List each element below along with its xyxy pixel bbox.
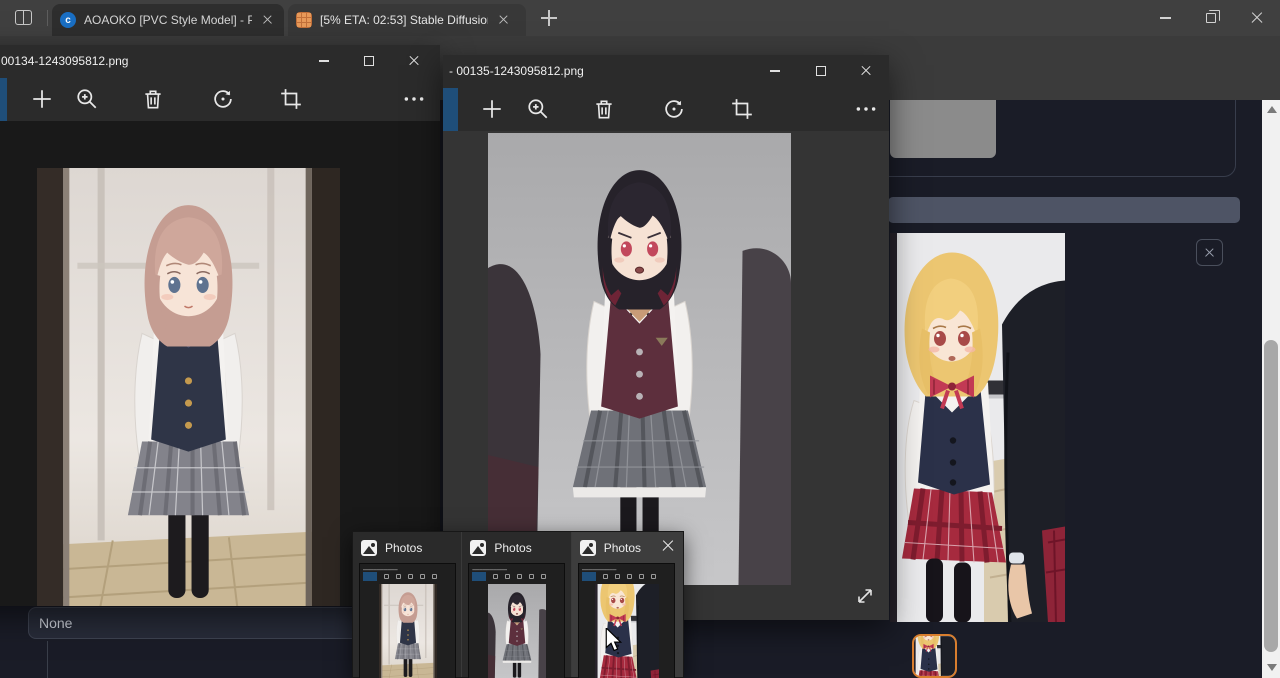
photos-app-icon (470, 540, 486, 556)
tab-close-icon[interactable] (496, 12, 512, 28)
minimize-icon (1160, 17, 1171, 19)
photos-minimize-button[interactable] (302, 45, 346, 77)
photos-close-button[interactable] (844, 55, 888, 87)
scrollbar-up-arrow-icon[interactable] (1267, 106, 1277, 113)
photos-toolbar (0, 77, 440, 121)
photo-00134[interactable] (37, 168, 340, 606)
close-icon (1202, 245, 1218, 261)
preview-close-icon[interactable] (661, 539, 675, 553)
divider (47, 10, 48, 26)
photos-app-icon (580, 540, 596, 556)
preview-label: Photos (385, 541, 422, 555)
delete-icon[interactable] (141, 87, 165, 111)
mini-toolbar (362, 572, 453, 581)
mini-window-title: ▁▁▁▁▁▁▁▁▁▁ (363, 565, 453, 571)
add-icon[interactable] (30, 87, 54, 111)
close-icon (860, 65, 872, 77)
stable-diffusion-favicon-icon (296, 12, 312, 28)
add-icon[interactable] (480, 97, 504, 121)
sd-panel-border (884, 100, 1236, 177)
mini-toolbar (471, 572, 562, 581)
sd-image-close-button[interactable] (1196, 239, 1223, 266)
scrollbar-down-arrow-icon[interactable] (1267, 664, 1277, 671)
minimize-icon (319, 60, 329, 61)
browser-minimize-button[interactable] (1142, 0, 1188, 36)
tab-close-icon[interactable] (260, 12, 276, 28)
photos-toolbar (443, 87, 889, 131)
see-more-icon[interactable] (854, 97, 878, 121)
photos-title-bar[interactable]: - 00135-1243095812.png (443, 55, 889, 87)
minimize-icon (770, 70, 780, 71)
photos-maximize-button[interactable] (347, 45, 391, 77)
taskbar-preview-photos-3[interactable]: Photos ▁▁▁▁▁▁▁▁▁▁ (572, 532, 683, 677)
photo-00135[interactable] (488, 133, 791, 585)
browser-tab-bar: c AOAOKO [PVC Style Model] - PV [5% ETA:… (0, 0, 1280, 36)
photos-window-1: 00134-1243095812.png (0, 45, 440, 606)
mini-photo (379, 584, 437, 678)
close-icon (408, 55, 420, 67)
mini-window-title: ▁▁▁▁▁▁▁▁▁▁ (582, 565, 672, 571)
see-all-photos-accent[interactable] (443, 88, 458, 132)
photos-title-bar[interactable]: 00134-1243095812.png (0, 45, 440, 77)
mini-photo (488, 584, 546, 678)
fullscreen-expand-icon[interactable] (855, 586, 875, 606)
rotate-icon[interactable] (662, 97, 686, 121)
zoom-icon[interactable] (75, 87, 99, 111)
sd-generated-image[interactable] (890, 233, 1065, 622)
preview-mini-window: ▁▁▁▁▁▁▁▁▁▁ (359, 563, 456, 678)
maximize-icon (364, 56, 374, 66)
crop-icon[interactable] (279, 87, 303, 111)
preview-mini-window: ▁▁▁▁▁▁▁▁▁▁ (468, 563, 565, 678)
maximize-icon (816, 66, 826, 76)
civitai-favicon-icon: c (60, 12, 76, 28)
photos-minimize-button[interactable] (753, 55, 797, 87)
preview-label: Photos (604, 541, 641, 555)
tab-title: [5% ETA: 02:53] Stable Diffusion (320, 13, 488, 27)
sd-panel-divider (47, 641, 48, 678)
tab-civitai[interactable]: c AOAOKO [PVC Style Model] - PV (52, 4, 284, 36)
crop-icon[interactable] (730, 97, 754, 121)
photos-window-title: 00134-1243095812.png (1, 54, 128, 68)
rotate-icon[interactable] (211, 87, 235, 111)
preview-label: Photos (494, 541, 531, 555)
photos-app-icon (361, 540, 377, 556)
scrollbar-thumb[interactable] (1264, 340, 1278, 652)
tab-stable-diffusion[interactable]: [5% ETA: 02:53] Stable Diffusion (288, 4, 526, 36)
restore-icon (1206, 13, 1216, 23)
browser-close-button[interactable] (1234, 0, 1280, 36)
browser-restore-button[interactable] (1188, 0, 1234, 36)
sd-progress-bar (888, 197, 1240, 223)
preview-mini-window: ▁▁▁▁▁▁▁▁▁▁ (578, 563, 675, 678)
mini-window-title: ▁▁▁▁▁▁▁▁▁▁ (472, 565, 562, 571)
see-more-icon[interactable] (402, 87, 426, 111)
taskbar-preview-photos-1[interactable]: Photos ▁▁▁▁▁▁▁▁▁▁ (353, 532, 462, 677)
mini-toolbar (581, 572, 672, 581)
mouse-cursor (602, 628, 624, 652)
photos-close-button[interactable] (392, 45, 436, 77)
zoom-icon[interactable] (526, 97, 550, 121)
delete-icon[interactable] (592, 97, 616, 121)
photos-maximize-button[interactable] (799, 55, 843, 87)
script-dropdown-value: None (39, 615, 72, 631)
tab-title: AOAOKO [PVC Style Model] - PV (84, 13, 252, 27)
taskbar-preview-popup: Photos ▁▁▁▁▁▁▁▁▁▁ Photos ▁▁▁▁▁▁▁▁▁▁ (352, 531, 684, 678)
new-tab-icon[interactable] (540, 9, 558, 27)
taskbar-preview-photos-2[interactable]: Photos ▁▁▁▁▁▁▁▁▁▁ (462, 532, 571, 677)
tab-actions-icon[interactable] (15, 10, 32, 25)
sd-gallery-thumbnail-selected[interactable] (912, 634, 957, 678)
screen: None c AOAOKO [PVC Style Model] - PV [5%… (0, 0, 1280, 678)
photos-window-title: - 00135-1243095812.png (449, 64, 584, 78)
close-icon (1250, 11, 1264, 25)
see-all-photos-accent[interactable] (0, 78, 7, 122)
